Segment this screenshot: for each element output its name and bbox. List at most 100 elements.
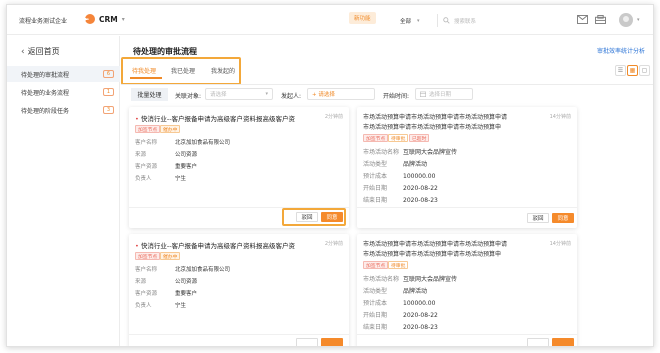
reject-button[interactable] bbox=[296, 338, 318, 346]
stats-analysis-link[interactable]: 审批效率统计分析 bbox=[597, 46, 645, 55]
new-feature-badge[interactable]: 新功能 bbox=[349, 12, 376, 24]
initiator-select[interactable]: + 请选择 bbox=[307, 88, 375, 100]
main-content: 待处理的审批流程 审批效率统计分析 待我处理 我已处理 我发起的 ☰ ▦ ▢ 批… bbox=[121, 36, 653, 346]
card-title-text: 快消行业--客户报备申请为高级客户资料报高级客户资 bbox=[140, 242, 296, 250]
status-tag: 已超时 bbox=[409, 134, 430, 142]
search-scope-value: 全部 bbox=[400, 18, 412, 25]
back-home-button[interactable]: ‹ 返回首页 bbox=[21, 46, 60, 57]
mail-icon[interactable] bbox=[577, 15, 588, 24]
reject-button[interactable] bbox=[527, 338, 549, 346]
card-title[interactable]: 市场活动预算申请市场活动预算申请市场活动预算申请 bbox=[363, 239, 507, 248]
sidebar-item-business[interactable]: 待处理的业务流程 1 bbox=[7, 84, 120, 100]
chevron-down-icon[interactable]: ▾ bbox=[637, 17, 640, 23]
panel-view-icon[interactable]: ▢ bbox=[639, 65, 650, 76]
reject-button[interactable]: 驳回 bbox=[527, 213, 549, 223]
calendar-icon bbox=[420, 91, 426, 97]
card-title[interactable]: 市场活动预算申请市场活动预算申请市场活动预算申 bbox=[363, 249, 501, 258]
card-field: 预计成本 100000.00 bbox=[363, 298, 435, 307]
card-field: 开始日期 2020-08-22 bbox=[363, 310, 438, 319]
field-key: 客户资源 bbox=[135, 164, 158, 170]
related-object-label: 关联对象: bbox=[175, 93, 202, 100]
app-window: 流程业务测试企业 CRM ▾ 新功能 全部 ▾ 搜索联系 ▾ ‹ 返回首页 待处… bbox=[6, 4, 654, 347]
field-value: 北京加加食品有限公司 bbox=[175, 140, 231, 146]
batch-process-button[interactable]: 批量处理 bbox=[131, 88, 168, 101]
card-field: 客户资源 重要客户 bbox=[135, 289, 197, 297]
card-field: 来源 公司资源 bbox=[135, 277, 197, 285]
field-key: 负责人 bbox=[135, 176, 152, 182]
card-title-text: 快消行业--客户报备申请为高级客户资料报高级客户资 bbox=[140, 115, 296, 123]
initiator-label: 发起人: bbox=[281, 93, 302, 100]
card-title[interactable]: • 快消行业--客户报备申请为高级客户资料报高级客户资 bbox=[135, 113, 295, 123]
field-key: 预计成本 bbox=[363, 300, 388, 307]
field-key: 结束日期 bbox=[363, 197, 388, 204]
tab-pending[interactable]: 待我处理 bbox=[132, 66, 156, 75]
active-tab-indicator bbox=[130, 77, 162, 79]
search-scope-select[interactable]: 全部 ▾ bbox=[397, 14, 437, 27]
tab-initiated[interactable]: 我发起的 bbox=[211, 66, 235, 75]
card-time: 2分钟前 bbox=[324, 114, 343, 120]
search-input[interactable]: 搜索联系 bbox=[437, 14, 537, 27]
list-view-icon[interactable]: ☰ bbox=[615, 65, 626, 76]
top-bar: 流程业务测试企业 CRM ▾ 新功能 全部 ▾ 搜索联系 ▾ bbox=[7, 5, 653, 35]
sidebar-item-stage-task[interactable]: 待处理的阶段任务 3 bbox=[7, 102, 120, 118]
unread-dot-icon: • bbox=[135, 115, 139, 123]
field-value: 互联网大会品牌宣传 bbox=[403, 276, 458, 283]
card-field: 预计成本 100000.00 bbox=[363, 171, 435, 180]
card-title[interactable]: • 快消行业--客户报备申请为高级客户资料报高级客户资 bbox=[135, 240, 295, 250]
card-title[interactable]: 市场活动预算申请市场活动预算申请市场活动预算申 bbox=[363, 122, 501, 131]
approval-card[interactable]: • 快消行业--客户报备申请为高级客户资料报高级客户资 2分钟前 加签节点 催办中… bbox=[129, 234, 349, 346]
card-field: 结束日期 2020-08-23 bbox=[363, 322, 438, 331]
count-badge: 6 bbox=[103, 70, 114, 78]
card-divider bbox=[357, 334, 577, 335]
approval-card[interactable]: 市场活动预算申请市场活动预算申请市场活动预算申请 市场活动预算申请市场活动预算申… bbox=[357, 234, 577, 346]
tabs-divider bbox=[121, 84, 653, 85]
field-value: 公司资源 bbox=[175, 279, 198, 285]
card-title[interactable]: 市场活动预算申请市场活动预算申请市场活动预算申请 bbox=[363, 112, 507, 121]
card-field: 结束日期 2020-08-23 bbox=[363, 195, 438, 204]
field-key: 活动类型 bbox=[363, 161, 388, 168]
sidebar-item-approval[interactable]: 待处理的审批流程 6 bbox=[7, 66, 120, 82]
search-placeholder: 搜索联系 bbox=[454, 18, 477, 25]
related-object-select[interactable]: 请选择 ▾ bbox=[205, 88, 273, 100]
card-field: 活动类型 品牌活动 bbox=[363, 159, 427, 168]
card-field: 负责人 宁生 bbox=[135, 174, 186, 182]
related-object-placeholder: 请选择 bbox=[210, 92, 227, 98]
sidebar-item-label: 待处理的审批流程 bbox=[21, 71, 70, 79]
field-key: 来源 bbox=[135, 152, 147, 158]
field-value: 公司资源 bbox=[175, 152, 198, 158]
field-value: 2020-08-23 bbox=[403, 324, 438, 331]
chevron-down-icon: ▾ bbox=[121, 15, 125, 23]
field-key: 市场活动名称 bbox=[363, 276, 400, 283]
company-name: 流程业务测试企业 bbox=[19, 18, 68, 25]
approve-button[interactable]: 同意 bbox=[552, 213, 574, 223]
field-key: 客户名称 bbox=[135, 267, 158, 273]
avatar[interactable] bbox=[619, 13, 633, 27]
card-field: 负责人 宁生 bbox=[135, 301, 186, 309]
approve-button[interactable] bbox=[321, 338, 343, 346]
tab-processed[interactable]: 我已处理 bbox=[171, 66, 195, 75]
reject-button[interactable]: 驳回 bbox=[296, 212, 318, 222]
inbox-icon[interactable] bbox=[595, 15, 606, 24]
approve-button[interactable]: 同意 bbox=[321, 212, 343, 222]
status-tag: 待审批 bbox=[388, 134, 409, 142]
card-view-icon[interactable]: ▦ bbox=[627, 65, 638, 76]
status-tag: 加签节点 bbox=[135, 252, 161, 260]
start-date-picker[interactable]: 选择日期 bbox=[415, 88, 473, 100]
field-key: 负责人 bbox=[135, 303, 152, 309]
approve-button[interactable] bbox=[552, 338, 574, 346]
app-switcher[interactable]: CRM ▾ bbox=[85, 14, 125, 24]
approval-card[interactable]: • 快消行业--客户报备申请为高级客户资料报高级客户资 2分钟前 加签节点 催办中… bbox=[129, 107, 349, 228]
approval-card[interactable]: 市场活动预算申请市场活动预算申请市场活动预算申请 市场活动预算申请市场活动预算申… bbox=[357, 107, 577, 228]
field-value: 宁生 bbox=[175, 303, 187, 309]
field-key: 结束日期 bbox=[363, 324, 388, 331]
app-name: CRM bbox=[99, 14, 118, 24]
field-value: 互联网大会品牌宣传 bbox=[403, 149, 458, 156]
sidebar: ‹ 返回首页 待处理的审批流程 6 待处理的业务流程 1 待处理的阶段任务 3 bbox=[7, 36, 120, 346]
field-value: 北京加加食品有限公司 bbox=[175, 267, 231, 273]
card-field: 来源 公司资源 bbox=[135, 150, 197, 158]
status-tag: 催办中 bbox=[160, 252, 181, 260]
field-key: 预计成本 bbox=[363, 173, 388, 180]
card-field: 活动类型 品牌活动 bbox=[363, 286, 427, 295]
sidebar-item-label: 待处理的业务流程 bbox=[21, 89, 70, 97]
card-field: 客户名称 北京加加食品有限公司 bbox=[135, 265, 230, 273]
